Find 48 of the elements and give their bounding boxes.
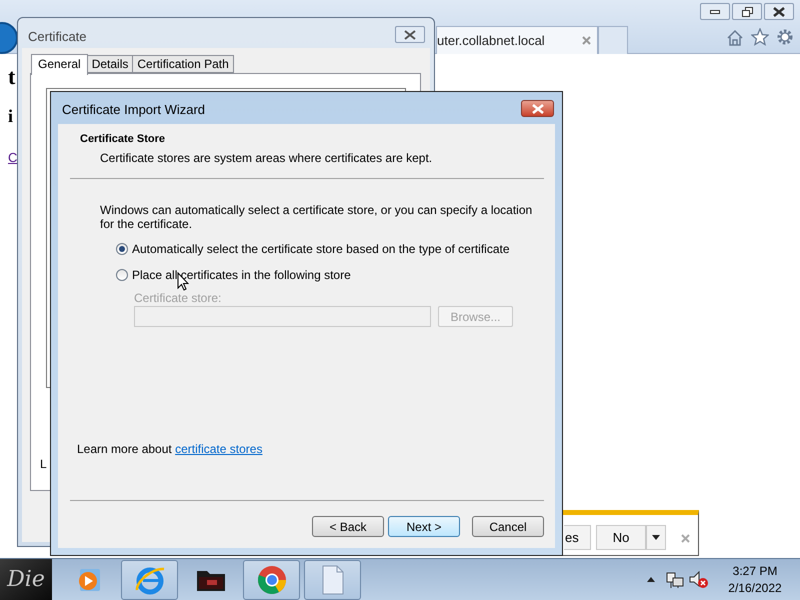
store-label: Certificate store: (134, 290, 222, 307)
no-button[interactable]: No (596, 525, 646, 550)
document-icon (320, 565, 344, 595)
chrome-icon (256, 565, 286, 595)
learn-more-link[interactable]: certificate stores (175, 442, 262, 456)
wizard-button[interactable]: < Back (312, 516, 384, 537)
start-button[interactable]: Die (0, 559, 52, 600)
close-button[interactable] (764, 3, 794, 20)
page-heading: t (8, 63, 16, 91)
option-label[interactable]: Place all certificates in the following store (132, 266, 351, 284)
home-icon[interactable] (726, 29, 744, 46)
page-header: Certificate Store (80, 132, 165, 147)
browser-tab[interactable]: uter.collabnet.local (436, 26, 598, 54)
minimize-icon (710, 10, 720, 14)
option-label[interactable]: Automatically select the certificate store based on the type of certificate (132, 240, 510, 258)
caret-icon (652, 535, 660, 540)
close-icon (773, 6, 785, 16)
tab[interactable]: Details (88, 55, 134, 73)
yes-button[interactable]: es (564, 525, 591, 550)
page-subtitle: Certificate stores are system areas where certificates are kept. (100, 150, 432, 167)
page-link[interactable]: C (8, 148, 18, 168)
wizard-button[interactable]: Next > (388, 516, 460, 537)
star-icon[interactable] (751, 28, 769, 46)
close-icon[interactable] (582, 36, 591, 45)
dialog-title: Certificate (28, 28, 87, 46)
close-button[interactable] (521, 100, 554, 117)
restore-icon (742, 6, 752, 16)
partial-text: L (40, 456, 47, 473)
muted-speaker-icon[interactable] (689, 571, 709, 589)
network-icon[interactable] (666, 571, 684, 589)
settings-icon[interactable] (776, 28, 794, 46)
tray-arrow-icon[interactable] (647, 577, 655, 582)
clock-date: 2/16/2022 (728, 580, 782, 597)
learn-more-text: Learn more about (77, 442, 172, 456)
wizard-title: Certificate Import Wizard (62, 101, 206, 119)
page-text: i (8, 105, 14, 128)
intro-text: Windows can automatically select a certificate store, or you can specify a location for the certificate. (100, 203, 534, 231)
close-icon (404, 30, 416, 40)
dropdown-button[interactable] (646, 525, 666, 550)
clock-time: 3:27 PM (732, 563, 778, 580)
minimize-button[interactable] (700, 3, 730, 20)
tab[interactable]: General (31, 54, 88, 75)
close-button[interactable] (395, 26, 425, 43)
close-icon (532, 104, 544, 114)
tab[interactable]: Certification Path (133, 55, 234, 73)
wizard-button[interactable]: Cancel (472, 516, 544, 537)
restore-button[interactable] (732, 3, 762, 20)
tab-title: uter.collabnet.local (437, 32, 545, 50)
